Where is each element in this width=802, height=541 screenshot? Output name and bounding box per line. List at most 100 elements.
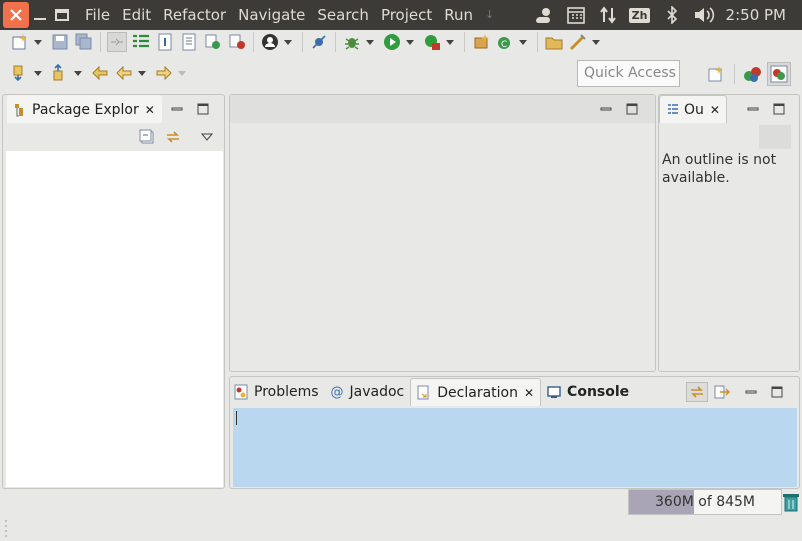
menu-project[interactable]: Project bbox=[375, 0, 438, 30]
outline-empty-message: An outline is not available. bbox=[662, 152, 777, 186]
open-perspective-icon[interactable] bbox=[706, 64, 726, 84]
editor-maximize-button[interactable] bbox=[624, 101, 640, 117]
window-maximize-button[interactable] bbox=[51, 2, 73, 28]
open-type-icon[interactable] bbox=[227, 32, 247, 52]
editor-minimize-button[interactable] bbox=[598, 101, 614, 117]
open-task-dropdown-icon[interactable] bbox=[590, 32, 602, 52]
minimize-icon bbox=[745, 390, 757, 394]
tab-label: Javadoc bbox=[349, 384, 405, 400]
bottom-maximize-button[interactable] bbox=[769, 384, 785, 400]
external-tools-dropdown-icon[interactable] bbox=[444, 32, 456, 52]
debug-dropdown-icon[interactable] bbox=[364, 32, 376, 52]
user-icon[interactable] bbox=[260, 32, 280, 52]
run-icon[interactable] bbox=[382, 32, 402, 52]
link-with-editor-button[interactable] bbox=[686, 382, 708, 402]
forward-icon[interactable] bbox=[154, 63, 174, 83]
tab-javadoc[interactable]: @ Javadoc bbox=[325, 378, 411, 406]
tab-package-explorer[interactable]: Package Explor ✕ bbox=[7, 95, 162, 123]
tab-problems[interactable]: Problems bbox=[230, 378, 325, 406]
volume-icon[interactable] bbox=[688, 0, 720, 30]
java-perspective-icon[interactable] bbox=[767, 62, 791, 86]
open-input-button[interactable] bbox=[714, 384, 730, 400]
minimize-button[interactable] bbox=[169, 101, 185, 117]
last-edit-location-icon[interactable] bbox=[90, 63, 110, 83]
package-explorer-icon bbox=[15, 103, 23, 116]
menu-search[interactable]: Search bbox=[311, 0, 375, 30]
search-java-icon[interactable] bbox=[203, 32, 223, 52]
external-tools-icon[interactable] bbox=[422, 32, 442, 52]
network-arrows-icon[interactable] bbox=[592, 0, 624, 30]
forward-dropdown-icon[interactable] bbox=[176, 63, 188, 83]
next-annotation-dropdown-icon[interactable] bbox=[32, 63, 44, 83]
previous-annotation-dropdown-icon[interactable] bbox=[72, 63, 84, 83]
open-folder-icon[interactable] bbox=[544, 32, 564, 52]
declaration-view-content[interactable] bbox=[233, 408, 797, 487]
menu-overflow-arrow[interactable]: ↓ bbox=[479, 0, 500, 30]
package-explorer-panel: Package Explor ✕ bbox=[2, 94, 225, 489]
garbage-collect-button[interactable] bbox=[782, 492, 800, 512]
calendar-icon[interactable] bbox=[560, 0, 592, 30]
window-minimize-button[interactable] bbox=[29, 2, 51, 28]
menu-edit[interactable]: Edit bbox=[116, 0, 157, 30]
bottom-minimize-button[interactable] bbox=[743, 384, 759, 400]
link-with-editor-icon bbox=[167, 131, 179, 143]
system-tray: Zh 2:50 PM bbox=[528, 0, 802, 30]
back-dropdown-icon[interactable] bbox=[136, 63, 148, 83]
previous-annotation-icon[interactable] bbox=[50, 63, 70, 83]
open-task-icon[interactable] bbox=[568, 32, 588, 52]
main-toolbar: C bbox=[0, 27, 802, 57]
maximize-icon bbox=[197, 103, 209, 115]
show-whitespace-icon[interactable] bbox=[155, 32, 175, 52]
clock[interactable]: 2:50 PM bbox=[720, 6, 802, 24]
outline-minimize-button[interactable] bbox=[745, 101, 761, 117]
tab-console[interactable]: Console bbox=[541, 378, 635, 406]
block-selection-icon[interactable] bbox=[179, 32, 199, 52]
view-menu-button[interactable] bbox=[199, 129, 215, 145]
new-java-class-dropdown-icon[interactable] bbox=[517, 32, 529, 52]
outline-maximize-button[interactable] bbox=[771, 101, 787, 117]
quick-access-input[interactable]: Quick Access bbox=[577, 60, 680, 87]
debug-icon[interactable] bbox=[342, 32, 362, 52]
link-with-editor-button[interactable] bbox=[165, 129, 181, 145]
tab-declaration[interactable]: Declaration ✕ bbox=[410, 378, 542, 406]
minimize-icon bbox=[747, 107, 759, 111]
next-annotation-icon[interactable] bbox=[10, 63, 30, 83]
trash-icon bbox=[783, 494, 799, 512]
new-java-class-icon[interactable]: C bbox=[495, 32, 515, 52]
save-icon[interactable] bbox=[50, 32, 70, 52]
collapse-all-button[interactable] bbox=[139, 129, 155, 145]
save-all-icon[interactable] bbox=[74, 32, 94, 52]
menu-run[interactable]: Run bbox=[438, 0, 479, 30]
menu-refactor[interactable]: Refactor bbox=[157, 0, 232, 30]
weather-icon[interactable] bbox=[528, 0, 560, 30]
menu-file[interactable]: File bbox=[79, 0, 116, 30]
tab-label: Console bbox=[567, 384, 630, 400]
maximize-button[interactable] bbox=[195, 101, 211, 117]
close-icon[interactable]: ✕ bbox=[524, 386, 534, 400]
heap-status[interactable]: 360M of 845M bbox=[628, 489, 782, 515]
tab-outline[interactable]: Ou ✕ bbox=[659, 95, 727, 123]
editor-area bbox=[229, 94, 656, 372]
new-dropdown-icon[interactable] bbox=[32, 32, 44, 52]
skip-breakpoints-icon[interactable] bbox=[309, 32, 329, 52]
declaration-icon bbox=[417, 385, 429, 399]
back-icon[interactable] bbox=[114, 63, 134, 83]
close-icon[interactable]: ✕ bbox=[710, 103, 720, 117]
problems-icon bbox=[234, 384, 248, 400]
package-explorer-tree[interactable] bbox=[6, 151, 223, 487]
new-icon[interactable] bbox=[10, 32, 30, 52]
window-close-button[interactable] bbox=[3, 2, 29, 28]
close-icon[interactable]: ✕ bbox=[145, 103, 155, 117]
bluetooth-icon[interactable] bbox=[656, 0, 688, 30]
menu-navigate[interactable]: Navigate bbox=[232, 0, 311, 30]
java-ee-perspective-icon[interactable] bbox=[743, 64, 763, 84]
heap-status-text: 360M of 845M bbox=[655, 494, 755, 510]
toggle-breadcrumb-icon[interactable] bbox=[107, 32, 127, 52]
new-java-package-icon[interactable] bbox=[471, 32, 491, 52]
input-method-indicator[interactable]: Zh bbox=[624, 0, 656, 30]
javadoc-icon: @ bbox=[330, 384, 344, 400]
toolbar-separator bbox=[464, 32, 465, 52]
user-dropdown-icon[interactable] bbox=[282, 32, 294, 52]
run-dropdown-icon[interactable] bbox=[404, 32, 416, 52]
mark-occurrences-icon[interactable] bbox=[131, 32, 151, 52]
